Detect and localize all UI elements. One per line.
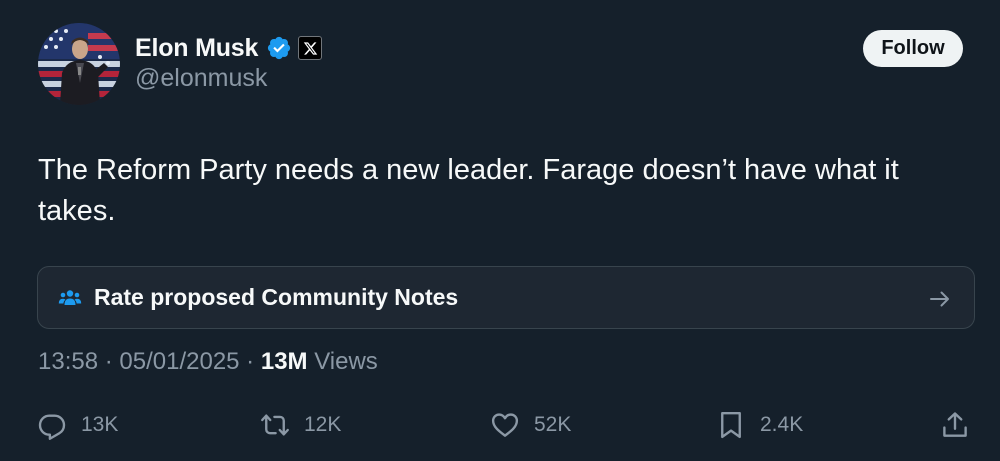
views-label: Views: [307, 348, 378, 375]
like-count: 52K: [534, 413, 572, 436]
avatar[interactable]: [38, 23, 120, 105]
bookmark-icon: [721, 411, 741, 439]
tweet-date[interactable]: 05/01/2025: [119, 348, 239, 376]
follow-button[interactable]: Follow: [863, 30, 963, 67]
tweet-text: The Reform Party needs a new leader. Far…: [38, 154, 899, 227]
arrow-right-icon: [930, 291, 949, 307]
tweet-card: Elon Musk @elonmusk Follow The Reform Pa…: [0, 0, 1000, 461]
tweet-meta: 13:58 · 05/01/2025 · 13M Views: [38, 348, 378, 376]
share-icon: [943, 412, 967, 437]
meta-separator: ·: [239, 348, 261, 375]
repost-icon: [261, 414, 289, 436]
meta-separator: ·: [98, 348, 120, 375]
author-handle[interactable]: @elonmusk: [135, 64, 267, 93]
author-display-name[interactable]: Elon Musk: [135, 34, 258, 63]
repost-button[interactable]: 12K: [260, 406, 341, 444]
bookmark-button[interactable]: 2.4K: [716, 406, 803, 444]
repost-count: 12K: [304, 413, 342, 436]
reply-icon: [38, 414, 66, 440]
like-button[interactable]: 52K: [490, 406, 571, 444]
bookmark-count: 2.4K: [760, 413, 804, 436]
views-count: 13M: [260, 348, 308, 375]
tweet-time[interactable]: 13:58: [38, 348, 98, 376]
affiliation-badge[interactable]: [298, 36, 323, 60]
x-logo-icon: [303, 41, 317, 55]
author-name-row: Elon Musk: [135, 30, 323, 66]
share-button[interactable]: [940, 406, 970, 444]
people-group-icon: [58, 289, 82, 305]
verified-badge-icon[interactable]: [266, 35, 292, 61]
reply-button[interactable]: 13K: [37, 406, 118, 444]
avatar-image: [38, 23, 120, 105]
community-notes-prompt[interactable]: Rate proposed Community Notes: [37, 266, 975, 329]
heart-icon: [491, 413, 519, 437]
community-notes-label: Rate proposed Community Notes: [94, 284, 459, 310]
reply-count: 13K: [81, 413, 119, 436]
